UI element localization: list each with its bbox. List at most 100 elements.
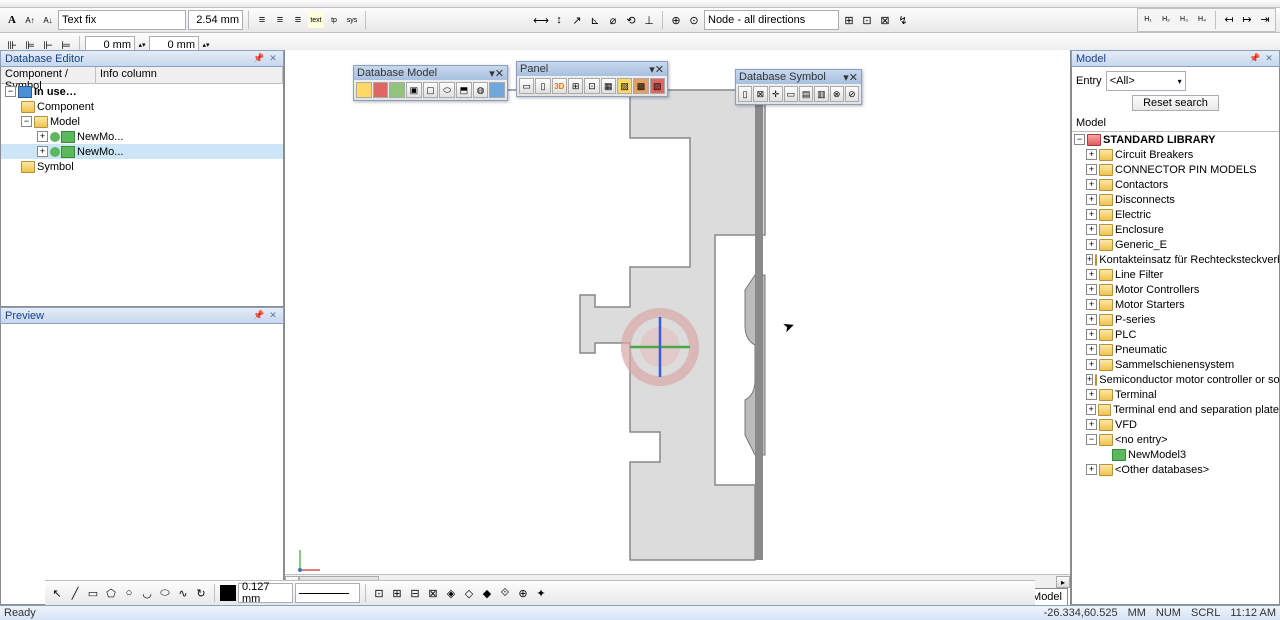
- align-right-icon[interactable]: ≡: [290, 12, 306, 28]
- expand-icon[interactable]: +: [1086, 389, 1097, 400]
- tree-item-component[interactable]: Component: [1, 99, 283, 114]
- lib-category[interactable]: +Kontakteinsatz für Rechtecksteckverbind…: [1072, 252, 1279, 267]
- align-left-icon[interactable]: ≡: [254, 12, 270, 28]
- layer-3-icon[interactable]: [389, 82, 405, 98]
- op-4-icon[interactable]: ⊠: [425, 585, 441, 601]
- view-1-icon[interactable]: H₁: [1140, 11, 1156, 27]
- expand-icon[interactable]: +: [1086, 329, 1097, 340]
- pt-icon[interactable]: ▭: [519, 78, 534, 94]
- collapse-icon[interactable]: −: [21, 116, 32, 127]
- arc-icon[interactable]: ◡: [139, 585, 155, 601]
- lib-noentry[interactable]: − <no entry>: [1072, 432, 1279, 447]
- collapse-icon[interactable]: −: [1074, 134, 1085, 145]
- circle-icon[interactable]: ○: [121, 585, 137, 601]
- expand-icon[interactable]: +: [1086, 269, 1097, 280]
- lib-category[interactable]: +P-series: [1072, 312, 1279, 327]
- expand-icon[interactable]: +: [1086, 194, 1097, 205]
- lib-category[interactable]: +Terminal end and separation plate: [1072, 402, 1279, 417]
- pt4-icon[interactable]: ⊞: [568, 78, 583, 94]
- expand-icon[interactable]: +: [1086, 299, 1097, 310]
- expand-icon[interactable]: +: [1086, 344, 1097, 355]
- expand-icon[interactable]: +: [1086, 314, 1097, 325]
- dim-6-icon[interactable]: ⟲: [623, 12, 639, 28]
- db-symbol-toolbar[interactable]: Database Symbol▾✕ ▯ ⊠ ✛ ▭ ▤ ▥ ⊗ ⊘: [735, 69, 862, 105]
- expand-icon[interactable]: +: [1086, 164, 1097, 175]
- close-icon[interactable]: ✕: [495, 68, 504, 80]
- expand-icon[interactable]: +: [1086, 374, 1093, 385]
- op-5-icon[interactable]: ◈: [443, 585, 459, 601]
- pin-icon[interactable]: 📌: [253, 310, 265, 322]
- text-style-combo[interactable]: Text fix: [58, 10, 186, 30]
- tree-item-model[interactable]: − Model: [1, 114, 283, 129]
- nav-back-icon[interactable]: ↤: [1221, 11, 1237, 27]
- expand-icon[interactable]: +: [1086, 464, 1097, 475]
- dim-4-icon[interactable]: ⊾: [587, 12, 603, 28]
- snap-mode-combo[interactable]: Node - all directions: [704, 10, 839, 30]
- font-aa-icon[interactable]: A↑: [22, 12, 38, 28]
- lib-category[interactable]: +Electric: [1072, 207, 1279, 222]
- rev-icon[interactable]: ◍: [473, 82, 489, 98]
- expand-icon[interactable]: +: [1086, 284, 1097, 295]
- pt9-icon[interactable]: ▧: [650, 78, 665, 94]
- lib-category[interactable]: +VFD: [1072, 417, 1279, 432]
- close-icon[interactable]: ✕: [1263, 53, 1275, 65]
- import-icon[interactable]: [489, 82, 505, 98]
- text-btn-2[interactable]: tp: [326, 12, 342, 28]
- lib-newmodel3[interactable]: NewModel3: [1072, 447, 1279, 462]
- dim-5-icon[interactable]: ⌀: [605, 12, 621, 28]
- dim-1-icon[interactable]: ⟷: [533, 12, 549, 28]
- sym-1-icon[interactable]: ▯: [738, 86, 752, 102]
- lib-category[interactable]: +Pneumatic: [1072, 342, 1279, 357]
- font-a-icon[interactable]: A: [4, 12, 20, 28]
- grid4-icon[interactable]: ↯: [895, 12, 911, 28]
- lib-category[interactable]: +Line Filter: [1072, 267, 1279, 282]
- pin-icon[interactable]: 📌: [1249, 53, 1261, 65]
- expand-icon[interactable]: +: [1086, 359, 1097, 370]
- select-icon[interactable]: ↖: [49, 585, 65, 601]
- lib-category[interactable]: +Circuit Breakers: [1072, 147, 1279, 162]
- spline-icon[interactable]: ∿: [175, 585, 191, 601]
- view-2-icon[interactable]: H₂: [1158, 11, 1174, 27]
- nav-end-icon[interactable]: ⇥: [1257, 11, 1273, 27]
- close-icon[interactable]: ✕: [655, 64, 664, 76]
- sym-6-icon[interactable]: ▥: [814, 86, 828, 102]
- lib-category[interactable]: +Enclosure: [1072, 222, 1279, 237]
- lib-category[interactable]: +PLC: [1072, 327, 1279, 342]
- lib-category[interactable]: +Semiconductor motor controller or soft …: [1072, 372, 1279, 387]
- op-2-icon[interactable]: ⊞: [389, 585, 405, 601]
- view-4-icon[interactable]: H₄: [1194, 11, 1210, 27]
- line-icon[interactable]: ╱: [67, 585, 83, 601]
- redo-icon[interactable]: ↻: [193, 585, 209, 601]
- expand-icon[interactable]: +: [1086, 239, 1097, 250]
- library-tree[interactable]: − STANDARD LIBRARY +Circuit Breakers+CON…: [1072, 131, 1279, 604]
- op-3-icon[interactable]: ⊟: [407, 585, 423, 601]
- close-icon[interactable]: ✕: [849, 72, 858, 84]
- op-6-icon[interactable]: ◇: [461, 585, 477, 601]
- sym-4-icon[interactable]: ▭: [784, 86, 798, 102]
- grid2-icon[interactable]: ⊡: [859, 12, 875, 28]
- collapse-icon[interactable]: −: [5, 86, 16, 97]
- dim-3-icon[interactable]: ↗: [569, 12, 585, 28]
- line-style-combo[interactable]: [295, 583, 360, 603]
- lib-category[interactable]: +Disconnects: [1072, 192, 1279, 207]
- sym-2-icon[interactable]: ⊠: [753, 86, 767, 102]
- op-1-icon[interactable]: ⊡: [371, 585, 387, 601]
- expand-icon[interactable]: +: [1086, 179, 1097, 190]
- dim-2-icon[interactable]: ↕: [551, 12, 567, 28]
- pt7-icon[interactable]: ▨: [617, 78, 632, 94]
- expand-icon[interactable]: +: [37, 131, 48, 142]
- expand-icon[interactable]: +: [1086, 149, 1097, 160]
- text-btn-3[interactable]: sys: [344, 12, 360, 28]
- pt8-icon[interactable]: ▩: [633, 78, 648, 94]
- lib-category[interactable]: +Sammelschienensystem: [1072, 357, 1279, 372]
- cyl-icon[interactable]: ⬭: [439, 82, 455, 98]
- rect-icon[interactable]: ▭: [85, 585, 101, 601]
- pt2-icon[interactable]: ▯: [535, 78, 550, 94]
- 3d-icon[interactable]: 3D: [552, 78, 567, 94]
- op-9-icon[interactable]: ⊕: [515, 585, 531, 601]
- lib-category[interactable]: +Terminal: [1072, 387, 1279, 402]
- drawing-canvas[interactable]: ➤ Database Model▾✕ ▣ ▢ ⬭ ⬒ ◍ Panel▾✕ ▭ ▯: [285, 50, 1070, 605]
- layer-1-icon[interactable]: [356, 82, 372, 98]
- op-10-icon[interactable]: ✦: [533, 585, 549, 601]
- sym-3-icon[interactable]: ✛: [769, 86, 783, 102]
